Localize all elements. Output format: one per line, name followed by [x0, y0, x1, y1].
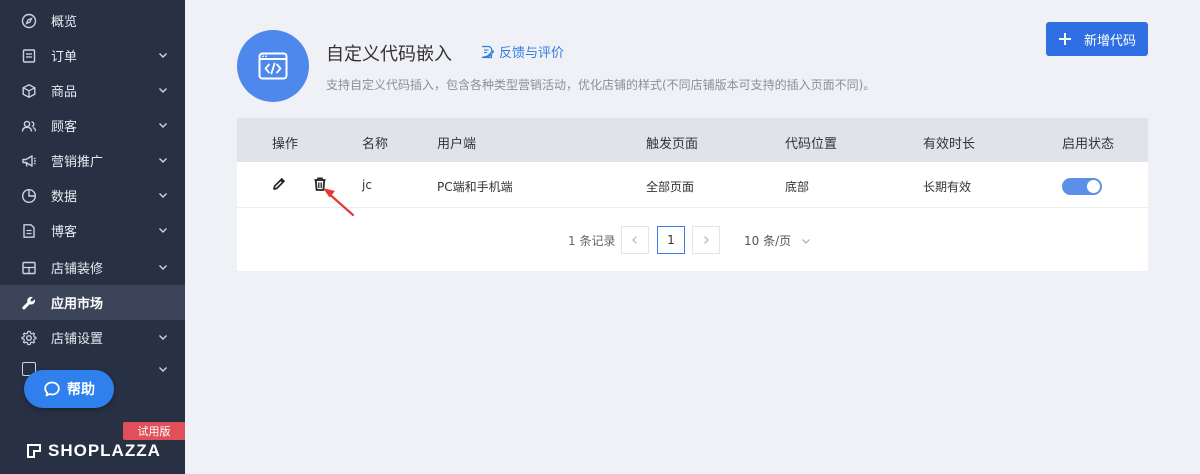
order-icon — [20, 47, 38, 65]
page-description: 支持自定义代码插入，包含各种类型营销活动，优化店铺的样式(不同店铺版本可支持的插… — [326, 78, 876, 92]
sidebar-item-marketing[interactable]: 营销推广 — [0, 143, 185, 178]
table-header: 操作 名称 用户端 触发页面 代码位置 有效时长 启用状态 — [237, 118, 1148, 162]
sidebar-item-blog[interactable]: 博客 — [0, 213, 185, 248]
chevron-down-icon — [157, 84, 169, 96]
add-code-label: 新增代码 — [1083, 33, 1136, 49]
layout-icon — [20, 259, 38, 277]
sidebar-item-label: 顾客 — [51, 120, 78, 135]
column-header-client: 用户端 — [437, 137, 477, 152]
box-icon — [20, 82, 38, 100]
sidebar: 概览 订单 商品 顾客 营销推广 数据 博客 店铺装修 应用市场 店铺设置 帮助… — [0, 0, 185, 474]
annotation-arrow — [320, 184, 356, 218]
record-count: 1 条记录 — [568, 234, 616, 248]
cell-trigger-page: 全部页面 — [646, 180, 695, 194]
sidebar-item-label: 店铺装修 — [51, 262, 104, 277]
sidebar-item-store-design[interactable]: 店铺装修 — [0, 250, 185, 285]
pie-chart-icon — [20, 187, 38, 205]
wrench-icon — [20, 294, 38, 312]
toggle-knob — [1087, 180, 1100, 193]
column-header-trigger-page: 触发页面 — [646, 137, 699, 152]
chevron-down-icon — [157, 331, 169, 343]
next-page-button[interactable] — [692, 226, 720, 254]
cell-code-position: 底部 — [785, 180, 810, 194]
chevron-right-icon — [704, 236, 709, 244]
feedback-label: 反馈与评价 — [499, 46, 565, 61]
page-1-button[interactable]: 1 — [657, 226, 685, 254]
chevron-down-icon — [157, 261, 169, 273]
page-title: 自定义代码嵌入 — [326, 44, 452, 65]
sidebar-item-label: 数据 — [51, 190, 78, 205]
code-embed-icon — [237, 30, 309, 102]
chevron-down-icon — [157, 154, 169, 166]
chevron-down-icon — [157, 119, 169, 131]
column-header-actions: 操作 — [272, 137, 299, 152]
pencil-icon[interactable] — [271, 176, 287, 192]
prev-page-button[interactable] — [621, 226, 649, 254]
add-code-button[interactable]: 新增代码 — [1046, 22, 1148, 56]
sidebar-item-store-settings[interactable]: 店铺设置 — [0, 320, 185, 355]
logo-text: SHOPLAZZA — [48, 441, 161, 460]
sidebar-item-label: 店铺设置 — [51, 332, 104, 347]
help-label: 帮助 — [67, 382, 95, 398]
column-header-code-position: 代码位置 — [785, 137, 838, 152]
table-row: jc PC端和手机端 全部页面 底部 长期有效 — [237, 162, 1148, 217]
code-table: 操作 名称 用户端 触发页面 代码位置 有效时长 启用状态 jc PC端和手机端… — [237, 118, 1148, 271]
sidebar-item-customers[interactable]: 顾客 — [0, 108, 185, 143]
sidebar-item-label: 营销推广 — [51, 155, 104, 170]
edit-note-icon — [481, 45, 494, 58]
trial-badge: 试用版 — [123, 422, 185, 440]
column-header-name: 名称 — [362, 137, 389, 152]
chevron-left-icon — [632, 236, 637, 244]
sidebar-item-products[interactable]: 商品 — [0, 73, 185, 108]
shoplazza-logo: SHOPLAZZA — [26, 440, 161, 462]
sidebar-item-label: 订单 — [51, 50, 78, 65]
sidebar-item-orders[interactable]: 订单 — [0, 38, 185, 73]
megaphone-icon — [20, 152, 38, 170]
sidebar-item-label: 博客 — [51, 225, 78, 240]
sidebar-item-app-market[interactable]: 应用市场 — [0, 285, 185, 320]
enabled-toggle[interactable] — [1062, 178, 1102, 195]
sidebar-item-label: 概览 — [51, 15, 78, 30]
chevron-down-icon — [802, 238, 811, 244]
page-size-select[interactable]: 10 条/页 — [744, 232, 811, 249]
compass-icon — [20, 12, 38, 30]
cell-duration: 长期有效 — [923, 180, 972, 194]
plus-icon — [1058, 33, 1071, 45]
page-size-value: 10 条/页 — [744, 234, 792, 248]
gear-icon — [20, 329, 38, 347]
sidebar-item-analytics[interactable]: 数据 — [0, 178, 185, 213]
sidebar-item-overview[interactable]: 概览 — [0, 3, 185, 38]
users-icon — [20, 117, 38, 135]
chevron-down-icon — [157, 49, 169, 61]
logo-icon — [27, 444, 41, 458]
cell-client: PC端和手机端 — [437, 180, 513, 194]
cell-name: jc — [362, 178, 372, 192]
chat-bubble-icon — [44, 381, 60, 397]
chevron-down-icon — [157, 224, 169, 236]
document-icon — [20, 222, 38, 240]
pagination: 1 条记录 1 10 条/页 — [237, 226, 1148, 254]
column-header-enabled: 启用状态 — [1062, 137, 1115, 152]
sidebar-item-label: 应用市场 — [51, 297, 104, 312]
chevron-down-icon — [157, 363, 169, 375]
column-header-duration: 有效时长 — [923, 137, 976, 152]
feedback-link[interactable]: 反馈与评价 — [480, 42, 564, 61]
chevron-down-icon — [157, 189, 169, 201]
sidebar-item-label: 商品 — [51, 85, 78, 100]
help-button[interactable]: 帮助 — [24, 370, 114, 408]
